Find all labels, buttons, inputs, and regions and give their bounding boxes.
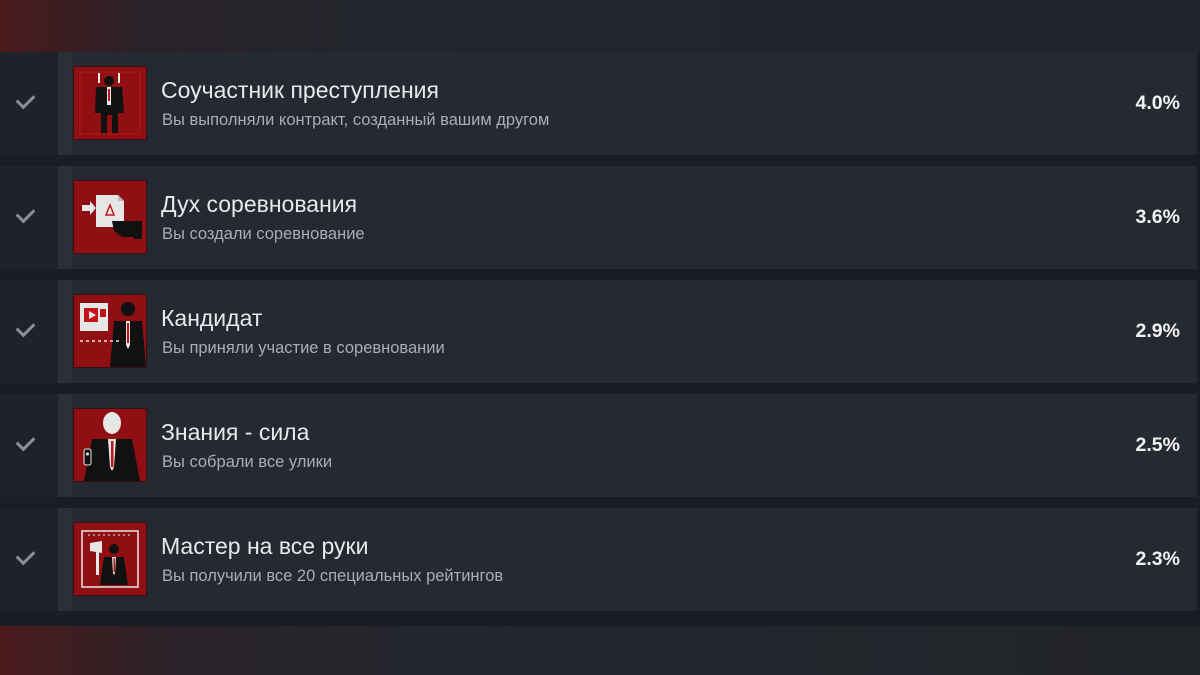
achievements-page: Соучастник преступления Вы выполняли кон… <box>0 0 1200 675</box>
achievement-row[interactable]: Знания - сила Вы собрали все улики 2.5% <box>0 394 1197 497</box>
unlocked-status <box>0 166 58 269</box>
checkmark-icon <box>15 89 36 110</box>
checkmark-icon <box>15 317 36 338</box>
row-divider <box>58 52 72 155</box>
row-divider <box>58 394 72 497</box>
row-divider <box>58 280 72 383</box>
achievement-description: Вы приняли участие в соревновании <box>162 339 445 357</box>
row-divider <box>58 166 72 269</box>
checkmark-icon <box>15 203 36 224</box>
achievement-percent: 2.3% <box>1135 548 1180 570</box>
achievement-description: Вы получили все 20 специальных рейтингов <box>162 567 504 585</box>
unlocked-status <box>0 394 58 497</box>
checkmark-icon <box>15 431 36 452</box>
achievement-title: Знания - сила <box>161 419 310 445</box>
achievement-title: Соучастник преступления <box>161 77 439 103</box>
agent-with-axe-badge-icon <box>73 522 147 596</box>
achievement-percent: 4.0% <box>1135 92 1180 114</box>
checkmark-icon <box>15 545 36 566</box>
unlocked-status <box>0 52 58 155</box>
achievement-percent: 2.5% <box>1135 434 1180 456</box>
agent-with-remote-badge-icon <box>73 408 147 482</box>
achievement-title: Дух соревнования <box>161 191 358 217</box>
hand-delivering-contract-badge-icon <box>73 180 147 254</box>
achievement-title: Мастер на все руки <box>161 533 369 559</box>
achievement-description: Вы выполняли контракт, созданный вашим д… <box>162 111 550 129</box>
achievement-description: Вы создали соревнование <box>162 225 365 243</box>
achievement-percent: 3.6% <box>1135 206 1180 228</box>
header-backdrop <box>0 0 1200 52</box>
achievement-row[interactable]: Мастер на все руки Вы получили все 20 сп… <box>0 508 1197 611</box>
row-divider <box>58 508 72 611</box>
partners-in-crime-badge-icon <box>73 66 147 140</box>
achievement-row[interactable]: Соучастник преступления Вы выполняли кон… <box>0 52 1197 155</box>
achievement-row[interactable]: Кандидат Вы приняли участие в соревнован… <box>0 280 1197 383</box>
unlocked-status <box>0 280 58 383</box>
footer-backdrop <box>0 626 1200 675</box>
achievement-description: Вы собрали все улики <box>162 453 333 471</box>
achievement-title: Кандидат <box>161 305 263 331</box>
achievement-list: Соучастник преступления Вы выполняли кон… <box>0 52 1197 622</box>
achievement-percent: 2.9% <box>1135 320 1180 342</box>
unlocked-status <box>0 508 58 611</box>
video-contract-agent-badge-icon <box>73 294 147 368</box>
achievement-row[interactable]: Дух соревнования Вы создали соревнование… <box>0 166 1197 269</box>
